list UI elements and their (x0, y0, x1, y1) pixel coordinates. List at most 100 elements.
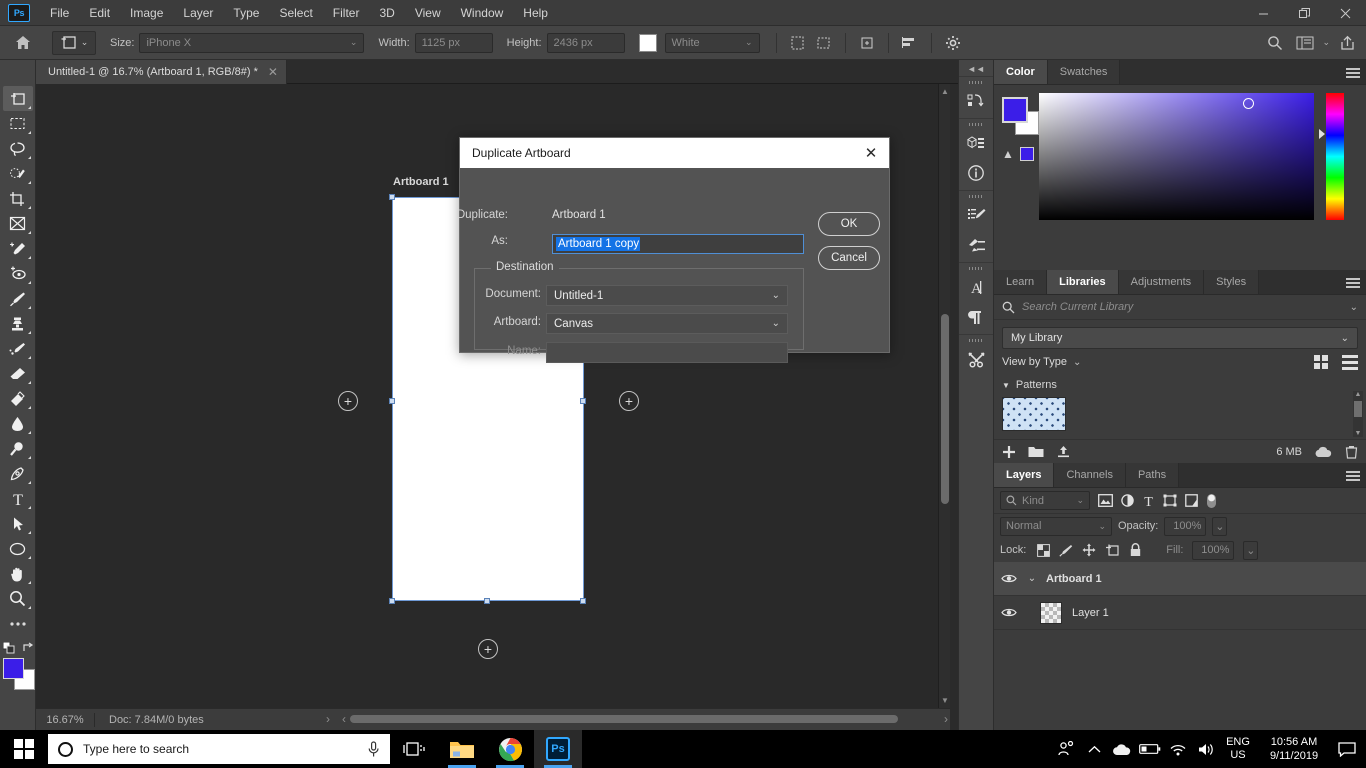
tool-ellipse[interactable] (3, 536, 33, 561)
chevron-down-icon[interactable]: ⌄ (1350, 302, 1358, 313)
library-section-patterns[interactable]: ▼ Patterns (994, 375, 1366, 391)
tab-learn[interactable]: Learn (994, 270, 1048, 294)
character-panel-icon[interactable]: A (959, 272, 993, 302)
microphone-icon[interactable] (367, 740, 380, 758)
new-artboard-icon[interactable] (854, 31, 880, 55)
tool-clone-stamp[interactable] (3, 311, 33, 336)
tool-gradient[interactable] (3, 386, 33, 411)
taskbar-search[interactable]: Type here to search (48, 734, 390, 764)
opacity-chevron-down-icon[interactable]: ⌄ (1212, 516, 1228, 536)
menu-layer[interactable]: Layer (173, 2, 223, 24)
close-icon[interactable]: ✕ (861, 144, 881, 162)
handle-middle-right[interactable] (580, 398, 586, 404)
tool-marquee[interactable] (3, 111, 33, 136)
tool-dodge[interactable] (3, 436, 33, 461)
scrollbar-thumb[interactable] (1354, 401, 1362, 417)
tool-path-selection[interactable] (3, 511, 33, 536)
default-colors-icon[interactable] (2, 642, 15, 654)
cancel-button[interactable]: Cancel (818, 246, 880, 270)
collapse-panels-icon[interactable]: ◄◄ (959, 62, 993, 76)
menu-help[interactable]: Help (513, 2, 558, 24)
paragraph-panel-icon[interactable] (959, 302, 993, 332)
delete-icon[interactable] (1345, 445, 1358, 459)
language-indicator[interactable]: ENG US (1220, 736, 1256, 762)
properties-panel-icon[interactable] (959, 128, 993, 158)
add-artboard-right-button[interactable]: + (619, 391, 639, 411)
background-color-swatch[interactable] (638, 33, 657, 52)
color-picker-marker[interactable] (1243, 98, 1254, 109)
status-expand-icon[interactable]: › (326, 712, 330, 726)
filter-adjustment-icon[interactable] (1121, 494, 1134, 507)
add-artboard-bottom-button[interactable]: + (478, 639, 498, 659)
artboard-select[interactable]: Canvas ⌄ (546, 313, 788, 334)
cloud-sync-icon[interactable] (1314, 446, 1333, 458)
taskbar-chrome[interactable] (486, 730, 534, 768)
search-icon[interactable] (1262, 31, 1288, 55)
search-input[interactable]: Search Current Library (1022, 301, 1343, 313)
chevron-down-icon[interactable]: ⌄ (1024, 573, 1040, 584)
battery-icon[interactable] (1136, 730, 1164, 768)
lock-artboard-nesting-icon[interactable] (1105, 543, 1120, 557)
canvas-horizontal-scrollbar[interactable]: › ‹ › (326, 709, 950, 731)
width-input[interactable]: 1125 px (414, 32, 493, 53)
zoom-level[interactable]: 16.67% (36, 714, 94, 726)
start-button[interactable] (0, 730, 48, 768)
tool-spot-healing[interactable] (3, 261, 33, 286)
filter-kind-select[interactable]: Kind ⌄ (1000, 491, 1090, 510)
taskbar-file-explorer[interactable] (438, 730, 486, 768)
foreground-color-swatch[interactable] (2, 658, 24, 679)
tab-paths[interactable]: Paths (1125, 463, 1180, 487)
library-pattern-thumbnail[interactable] (1002, 397, 1066, 431)
tool-lasso[interactable] (3, 136, 33, 161)
scroll-left-icon[interactable]: ‹ (342, 712, 346, 726)
scroll-down-icon[interactable]: ▼ (941, 696, 949, 705)
menu-window[interactable]: Window (451, 2, 514, 24)
tool-zoom[interactable] (3, 586, 33, 611)
tool-presets-icon[interactable] (959, 344, 993, 374)
handle-bottom-left[interactable] (389, 598, 395, 604)
brush-presets-icon[interactable] (959, 230, 993, 260)
height-input[interactable]: 2436 px (546, 32, 625, 53)
canvas-vertical-scrollbar[interactable]: ▲ ▼ (938, 84, 950, 708)
tool-eraser[interactable] (3, 361, 33, 386)
tool-hand[interactable] (3, 561, 33, 586)
filter-toggle-switch[interactable] (1206, 493, 1217, 509)
tool-type[interactable]: T (3, 486, 33, 511)
panel-grip[interactable] (959, 193, 993, 200)
foreground-color-swatch[interactable] (1002, 97, 1028, 123)
tool-frame[interactable] (3, 211, 33, 236)
filter-pixel-icon[interactable] (1098, 494, 1113, 507)
home-icon[interactable] (8, 35, 38, 50)
hue-slider-marker[interactable] (1319, 129, 1325, 139)
document-select[interactable]: Untitled-1 ⌄ (546, 285, 788, 306)
table-row[interactable]: ⌄ Artboard 1 (994, 562, 1366, 596)
tool-artboard[interactable] (2, 86, 33, 111)
background-select[interactable]: White ⌄ (664, 32, 760, 53)
people-icon[interactable] (1052, 730, 1080, 768)
taskbar-photoshop[interactable]: Ps (534, 730, 582, 768)
grid-view-icon[interactable] (1314, 355, 1328, 369)
handle-top-left[interactable] (389, 194, 395, 200)
close-button[interactable] (1325, 0, 1366, 26)
lock-image-pixels-icon[interactable] (1059, 544, 1073, 557)
share-icon[interactable] (1334, 31, 1360, 55)
swap-colors-icon[interactable] (22, 642, 35, 654)
info-panel-icon[interactable] (959, 158, 993, 188)
layer-visibility-icon[interactable] (994, 573, 1024, 584)
library-select[interactable]: My Library ⌄ (1002, 327, 1358, 349)
fill-input[interactable]: 100% (1192, 540, 1235, 560)
new-group-folder-icon[interactable] (1028, 445, 1044, 458)
library-scrollbar[interactable]: ▲ ▼ (1353, 391, 1363, 437)
show-hidden-icons-chevron-up-icon[interactable] (1080, 730, 1108, 768)
layers-panel-menu-icon[interactable] (1346, 463, 1360, 488)
tool-crop[interactable] (3, 186, 33, 211)
handle-bottom-center[interactable] (484, 598, 490, 604)
artboard-add-icon[interactable] (785, 31, 811, 55)
filter-smart-object-icon[interactable] (1185, 494, 1198, 507)
panel-grip[interactable] (959, 265, 993, 272)
opacity-input[interactable]: 100% (1164, 516, 1207, 536)
menu-type[interactable]: Type (223, 2, 269, 24)
tab-channels[interactable]: Channels (1054, 463, 1126, 487)
document-tab[interactable]: Untitled-1 @ 16.7% (Artboard 1, RGB/8#) … (36, 60, 287, 84)
color-panel-menu-icon[interactable] (1346, 60, 1360, 85)
